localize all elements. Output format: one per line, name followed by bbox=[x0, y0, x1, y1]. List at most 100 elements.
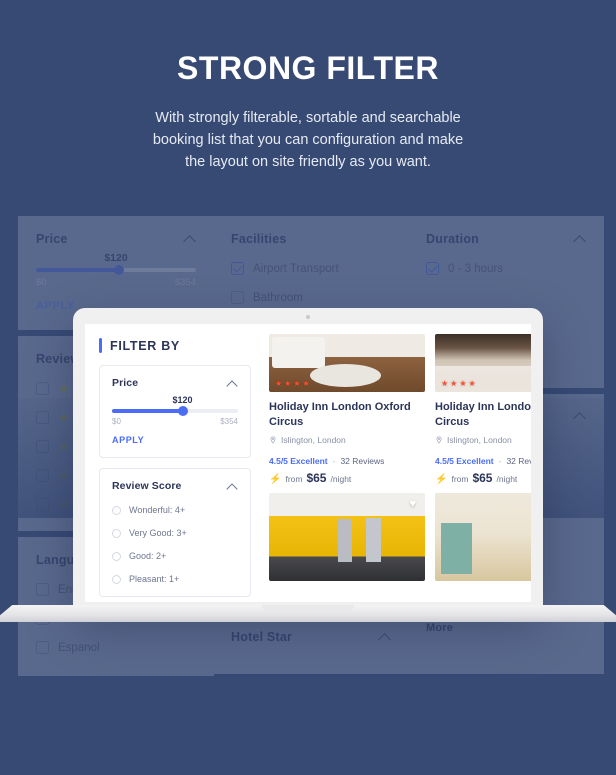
hotel-card-image[interactable]: ★ ★ ★ ★ bbox=[435, 334, 531, 392]
chevron-up-icon[interactable] bbox=[184, 233, 196, 245]
background-language-row[interactable]: Espanol bbox=[36, 641, 196, 654]
background-duration-row[interactable]: 0 - 3 hours bbox=[426, 262, 586, 275]
hotel-location: Islington, London bbox=[269, 435, 425, 445]
laptop-lid: FILTER BY Price $120 $0 $354 APPLY Revie… bbox=[73, 308, 543, 608]
review-score-option-label: Good: 2+ bbox=[129, 551, 167, 561]
laptop-mockup: FILTER BY Price $120 $0 $354 APPLY Revie… bbox=[0, 300, 616, 630]
subtitle-line-1: With strongly filterable, sortable and s… bbox=[155, 110, 461, 126]
price-filter-title: Price bbox=[112, 377, 139, 389]
price-slider-track[interactable] bbox=[112, 406, 238, 416]
radio-icon[interactable] bbox=[112, 551, 121, 561]
hotel-photo bbox=[269, 493, 425, 581]
price-slider-handle[interactable] bbox=[177, 406, 188, 416]
hotel-location: Islington, London bbox=[435, 435, 531, 445]
price-slider-value: $120 bbox=[172, 395, 193, 405]
background-card-price-title: Price bbox=[36, 232, 68, 246]
review-score-option[interactable]: Wonderful: 4+ bbox=[112, 505, 238, 515]
background-price-value: $120 bbox=[104, 252, 128, 264]
background-price-fill bbox=[36, 268, 120, 272]
review-score-header[interactable]: Review Score bbox=[112, 480, 238, 492]
chevron-up-icon[interactable] bbox=[227, 378, 238, 389]
hotel-star-rating: ★ ★ ★ ★ bbox=[275, 380, 310, 388]
star-icon: ★ bbox=[284, 379, 292, 388]
checkbox-checked-icon[interactable] bbox=[231, 262, 244, 275]
hotel-meta: 4.5/5 Excellent - 32 Reviews bbox=[269, 456, 425, 466]
price-amount: $65 bbox=[306, 471, 327, 485]
price-slider[interactable]: $120 $0 $354 bbox=[112, 395, 238, 426]
background-card-hotel-star-header[interactable]: Hotel Star bbox=[231, 630, 391, 644]
laptop-screen: FILTER BY Price $120 $0 $354 APPLY Revie… bbox=[85, 324, 531, 602]
review-score-filter-card[interactable]: Review Score Wonderful: 4+ Very Good: 3+ bbox=[99, 468, 251, 597]
accent-bar bbox=[99, 338, 102, 353]
price-slider-max: $354 bbox=[220, 417, 238, 426]
review-score-option[interactable]: Very Good: 3+ bbox=[112, 528, 238, 538]
hotel-card[interactable]: ♥ bbox=[269, 493, 425, 581]
chevron-up-icon[interactable] bbox=[379, 631, 391, 643]
page-subtitle: With strongly filterable, sortable and s… bbox=[0, 107, 616, 173]
hotel-price: ⚡ from $65 /night bbox=[435, 471, 531, 485]
chevron-up-icon[interactable] bbox=[574, 233, 586, 245]
checkbox-checked-icon[interactable] bbox=[426, 262, 439, 275]
bolt-icon: ⚡ bbox=[435, 474, 448, 485]
price-amount: $65 bbox=[472, 471, 493, 485]
subtitle-line-2: booking list that you can configuration … bbox=[152, 132, 464, 148]
background-card-hotel-star-title: Hotel Star bbox=[231, 630, 293, 644]
hotel-card[interactable]: ★ ★ ★ ★ Holiday Inn London Oxford Circus bbox=[435, 334, 531, 485]
hotel-score: 4.5/5 Excellent bbox=[269, 456, 328, 466]
radio-icon[interactable] bbox=[112, 574, 121, 584]
review-score-option[interactable]: Pleasant: 1+ bbox=[112, 574, 238, 584]
hotel-card-image[interactable] bbox=[435, 493, 531, 581]
heart-icon[interactable]: ♥ bbox=[409, 499, 416, 510]
chevron-up-icon[interactable] bbox=[227, 481, 238, 492]
hotel-reviews: 32 Reviews bbox=[340, 456, 385, 466]
filter-by-heading: FILTER BY bbox=[99, 338, 251, 353]
background-price-slider[interactable]: $120 $0 $354 bbox=[36, 252, 196, 288]
background-price-knob[interactable] bbox=[114, 265, 125, 275]
subtitle-line-3: the layout on site friendly as you want. bbox=[185, 154, 431, 170]
background-card-price-header[interactable]: Price bbox=[36, 232, 196, 246]
bolt-icon: ⚡ bbox=[269, 474, 282, 485]
radio-icon[interactable] bbox=[112, 528, 121, 538]
background-card-duration-title: Duration bbox=[426, 232, 479, 246]
review-score-option-label: Very Good: 3+ bbox=[129, 528, 187, 538]
filter-by-label: FILTER BY bbox=[110, 338, 180, 353]
background-facility-row[interactable]: Airport Transport bbox=[231, 262, 391, 275]
price-suffix: /night bbox=[496, 474, 518, 484]
hotel-meta: 4.5/5 Excellent - 32 Reviews bbox=[435, 456, 531, 466]
star-icon: ★ bbox=[441, 379, 449, 388]
price-prefix: from bbox=[451, 474, 469, 484]
hotel-card[interactable] bbox=[435, 493, 531, 581]
hotel-location-label: Islington, London bbox=[447, 435, 512, 445]
hotel-title[interactable]: Holiday Inn London Oxford Circus bbox=[269, 400, 425, 430]
price-prefix: from bbox=[285, 474, 303, 484]
hotel-title[interactable]: Holiday Inn London Oxford Circus bbox=[435, 400, 531, 430]
page-title: STRONG FILTER bbox=[177, 50, 439, 86]
hotel-card-image[interactable]: ★ ★ ★ ★ bbox=[269, 334, 425, 392]
hotel-star-rating: ★ ★ ★ ★ bbox=[441, 380, 476, 388]
price-filter-card[interactable]: Price $120 $0 $354 APPLY bbox=[99, 365, 251, 458]
background-card-duration-header[interactable]: Duration bbox=[426, 232, 586, 246]
map-pin-icon bbox=[270, 436, 276, 444]
review-score-option[interactable]: Good: 2+ bbox=[112, 551, 238, 561]
background-price-track[interactable] bbox=[36, 265, 196, 275]
review-score-title: Review Score bbox=[112, 480, 182, 492]
background-language-label: Espanol bbox=[58, 641, 100, 654]
price-filter-header[interactable]: Price bbox=[112, 377, 238, 389]
star-icon: ★ bbox=[468, 379, 476, 388]
background-card-facilities-header[interactable]: Facilities bbox=[231, 232, 391, 246]
checkbox-icon[interactable] bbox=[36, 641, 49, 654]
hotel-location-label: Islington, London bbox=[281, 435, 346, 445]
review-score-option-label: Pleasant: 1+ bbox=[129, 574, 180, 584]
apply-button[interactable]: APPLY bbox=[112, 435, 238, 445]
star-icon: ★ bbox=[450, 379, 458, 388]
radio-icon[interactable] bbox=[112, 505, 121, 515]
background-price-range: $0 $354 bbox=[36, 277, 196, 288]
price-slider-fill bbox=[112, 409, 183, 413]
background-duration-label: 0 - 3 hours bbox=[448, 262, 503, 275]
price-suffix: /night bbox=[330, 474, 352, 484]
hotel-photo bbox=[435, 493, 531, 581]
filter-panel: FILTER BY Price $120 $0 $354 APPLY Revie… bbox=[85, 324, 263, 602]
hotel-card[interactable]: ★ ★ ★ ★ Holiday Inn London Oxford Circus bbox=[269, 334, 425, 485]
meta-separator: - bbox=[498, 456, 502, 466]
hotel-card-image[interactable]: ♥ bbox=[269, 493, 425, 581]
